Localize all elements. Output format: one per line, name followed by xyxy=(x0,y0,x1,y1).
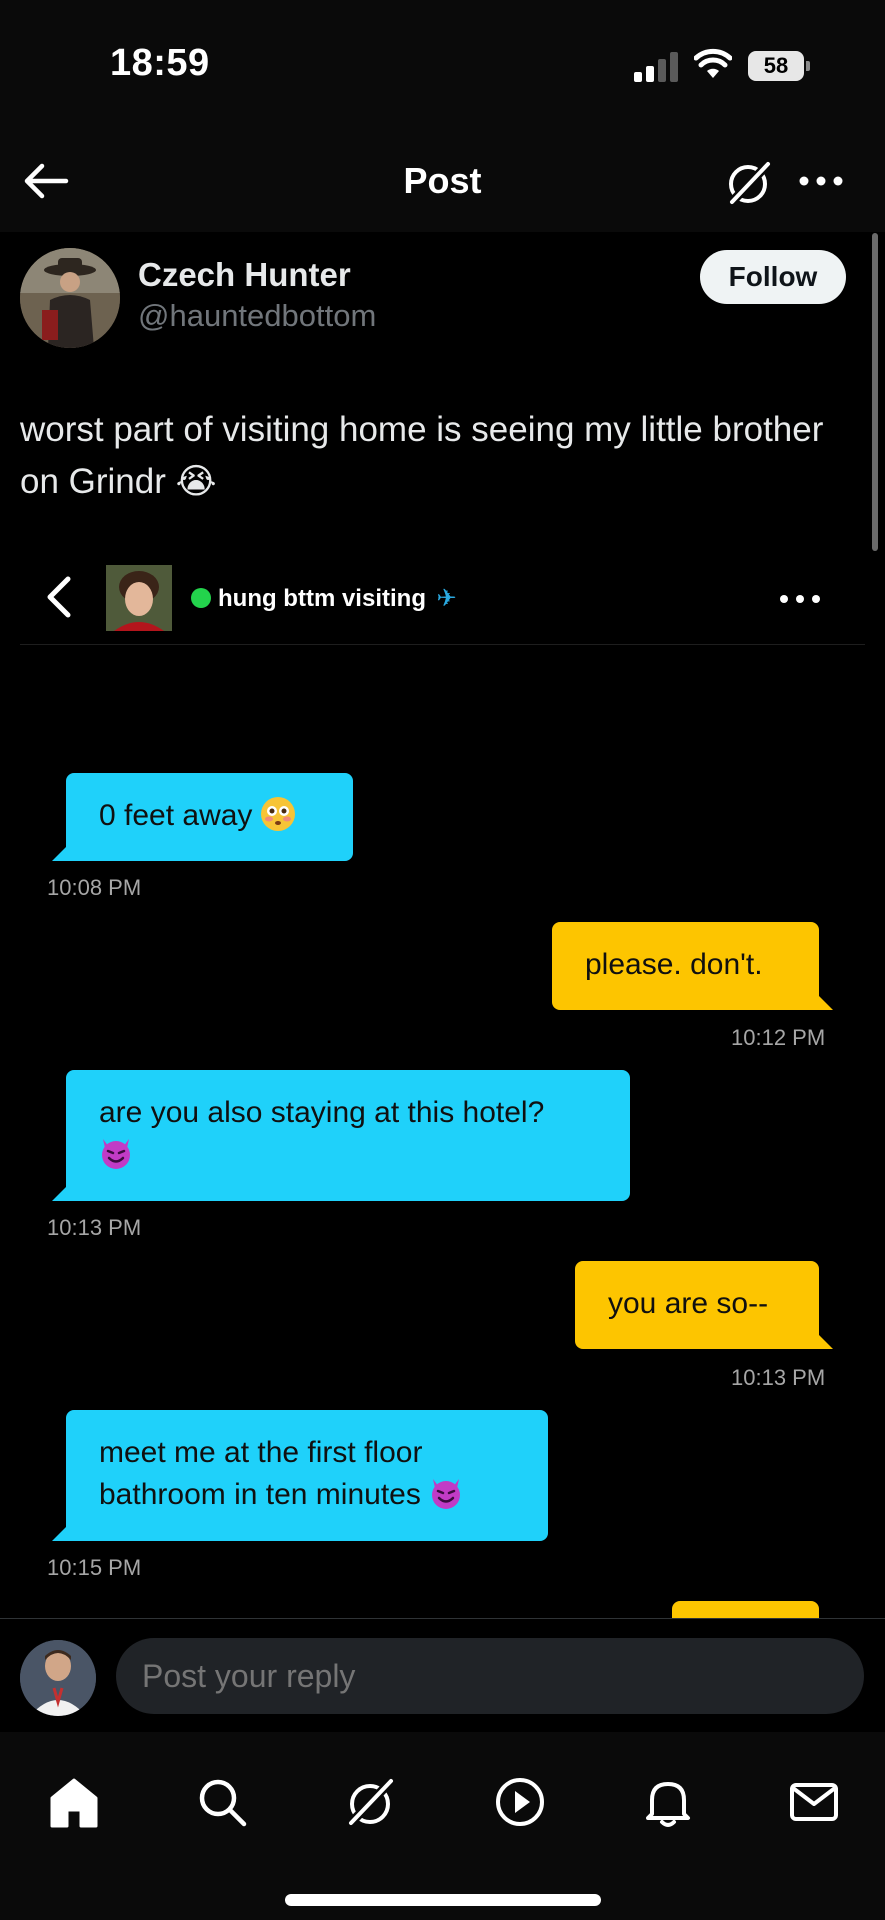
grok-icon[interactable] xyxy=(724,158,774,208)
message-timestamp: 10:08 PM xyxy=(47,875,142,900)
message-timestamp: 10:13 PM xyxy=(47,1215,142,1240)
message-text: please. don't. xyxy=(585,948,763,981)
more-options-icon[interactable] xyxy=(796,166,846,196)
follow-button[interactable]: Follow xyxy=(700,250,846,304)
grok-icon[interactable] xyxy=(340,1772,400,1832)
battery-icon: 58 xyxy=(748,51,810,81)
message-text: meet me at the first floor bathroom in t… xyxy=(99,1436,423,1511)
chevron-left-icon xyxy=(47,576,71,618)
message-timestamp: 10:12 PM xyxy=(731,1025,826,1050)
message-text: you are so-- xyxy=(608,1287,769,1320)
cellular-signal-icon xyxy=(634,52,678,82)
messages-icon[interactable] xyxy=(784,1772,844,1832)
home-icon[interactable] xyxy=(44,1772,104,1832)
status-time: 18:59 xyxy=(110,42,210,84)
more-options-icon xyxy=(780,595,820,603)
author-handle[interactable]: @hauntedbottom xyxy=(138,298,376,334)
flushed-face-icon xyxy=(260,797,295,831)
post-image[interactable]: hung bttm visiting ✈ 0 feet away 10:08 P… xyxy=(0,555,885,1618)
message-bubble-incoming: meet me at the first floor bathroom in t… xyxy=(52,1410,548,1541)
video-icon[interactable] xyxy=(490,1772,550,1832)
home-indicator[interactable] xyxy=(285,1894,601,1906)
smiling-devil-icon xyxy=(429,1476,463,1510)
airplane-icon: ✈ xyxy=(436,585,457,612)
status-bar: 18:59 58 xyxy=(0,0,885,130)
message-bubble-outgoing xyxy=(672,1601,819,1618)
smiling-devil-icon xyxy=(99,1136,133,1170)
scrollbar[interactable] xyxy=(872,233,878,551)
message-bubble-incoming: are you also staying at this hotel? xyxy=(52,1070,630,1201)
message-bubble-incoming: 0 feet away xyxy=(52,773,353,861)
reply-bar xyxy=(0,1618,885,1732)
user-avatar[interactable] xyxy=(20,1640,96,1716)
search-icon[interactable] xyxy=(192,1772,252,1832)
author-name[interactable]: Czech Hunter xyxy=(138,256,351,294)
chat-contact-avatar xyxy=(106,565,172,631)
chat-header: hung bttm visiting ✈ xyxy=(20,555,865,645)
message-text: 0 feet away xyxy=(99,799,253,832)
top-nav: Post xyxy=(0,130,885,232)
post-text: worst part of visiting home is seeing my… xyxy=(20,410,824,501)
notifications-icon[interactable] xyxy=(638,1772,698,1832)
author-avatar[interactable] xyxy=(20,248,120,348)
chat-contact-name: hung bttm visiting xyxy=(218,585,426,612)
bottom-nav xyxy=(0,1732,885,1920)
message-timestamp: 10:13 PM xyxy=(731,1365,826,1390)
message-bubble-outgoing: please. don't. xyxy=(552,922,833,1010)
reply-input[interactable] xyxy=(116,1638,864,1714)
message-timestamp: 10:15 PM xyxy=(47,1555,142,1580)
message-bubble-outgoing: you are so-- xyxy=(575,1261,833,1349)
message-text: are you also staying at this hotel? xyxy=(99,1096,545,1129)
online-status-dot xyxy=(191,588,211,608)
battery-percent: 58 xyxy=(763,53,789,78)
wifi-icon xyxy=(694,48,732,78)
